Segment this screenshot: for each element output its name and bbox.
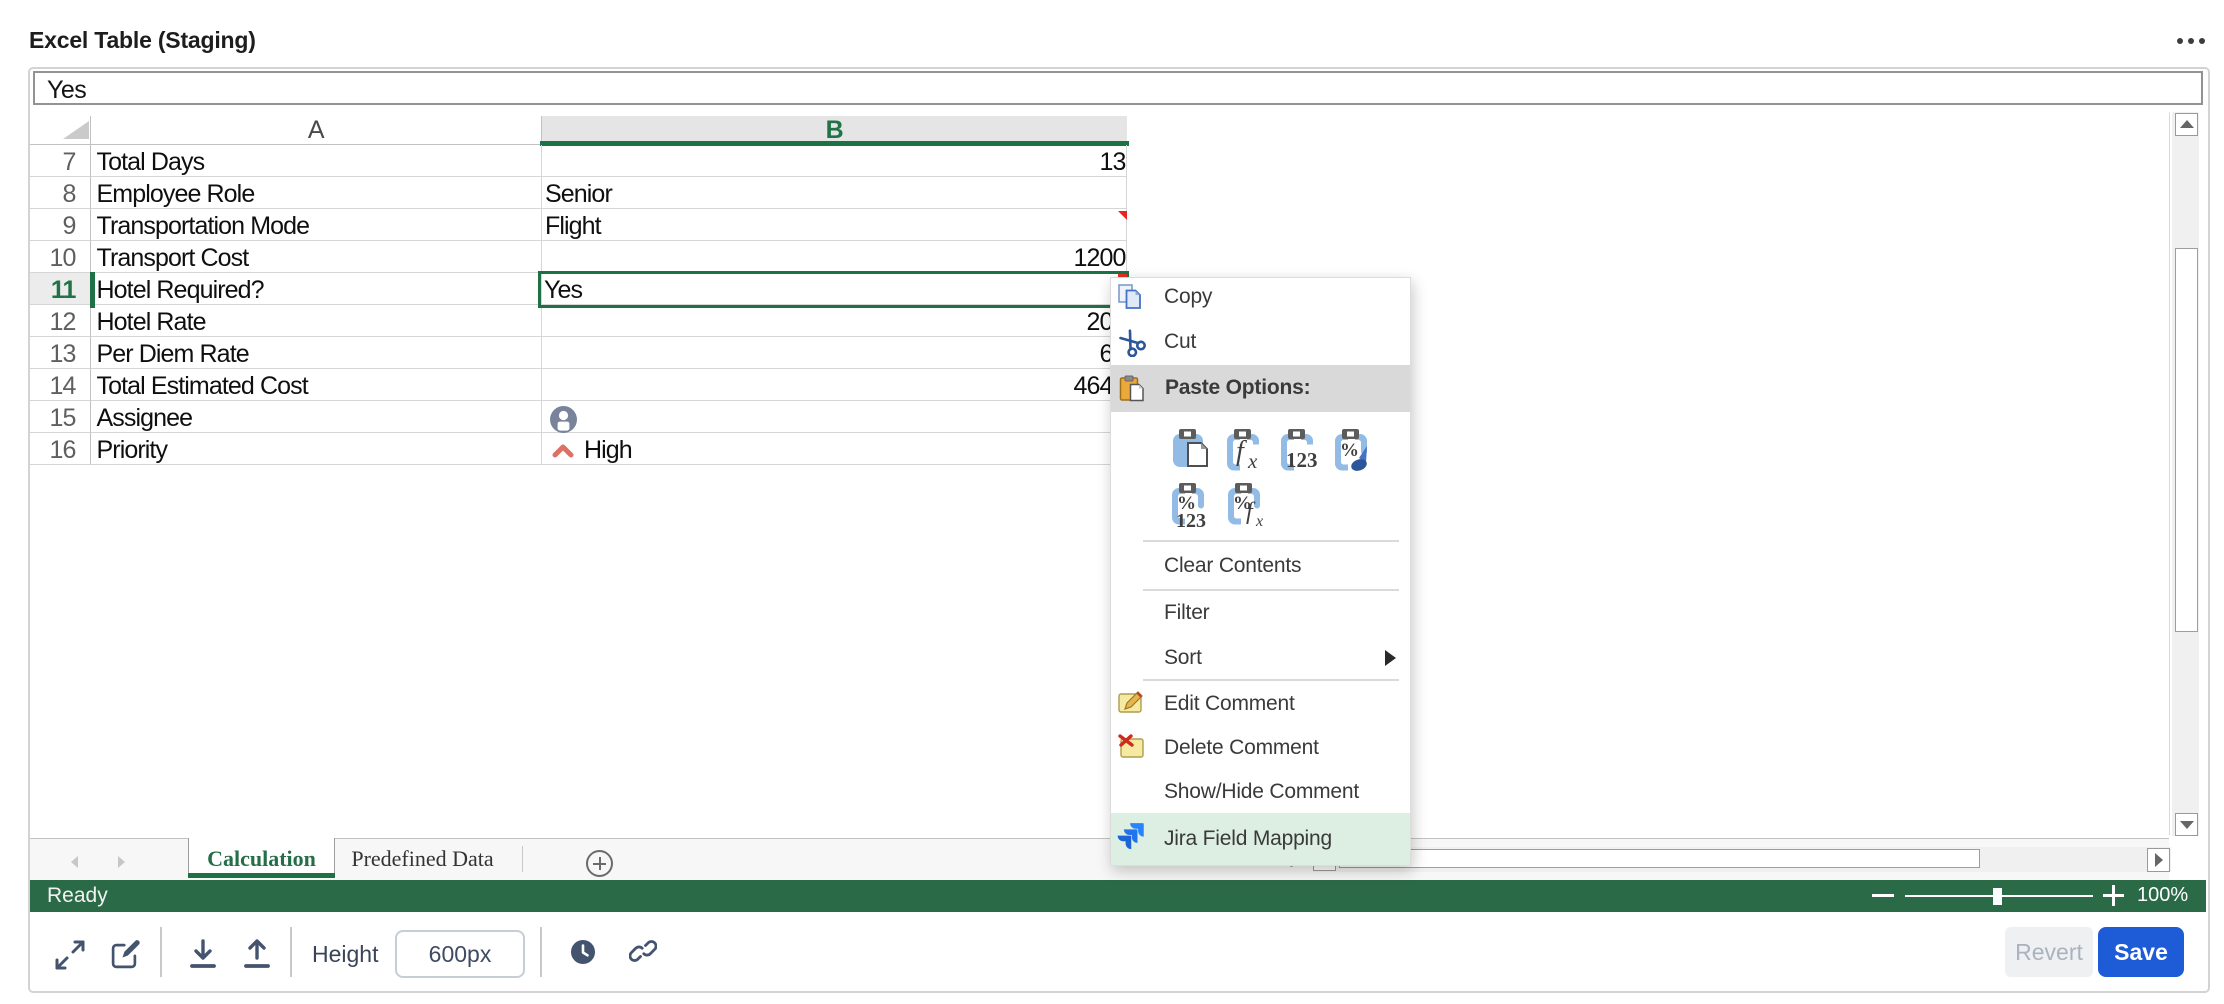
- svg-text:123: 123: [1176, 510, 1206, 529]
- svg-text:f: f: [1236, 436, 1247, 467]
- svg-text:%: %: [1340, 440, 1359, 461]
- svg-text:x: x: [1247, 449, 1258, 473]
- svg-text:123: 123: [1286, 448, 1318, 472]
- svg-text:x: x: [1255, 513, 1263, 529]
